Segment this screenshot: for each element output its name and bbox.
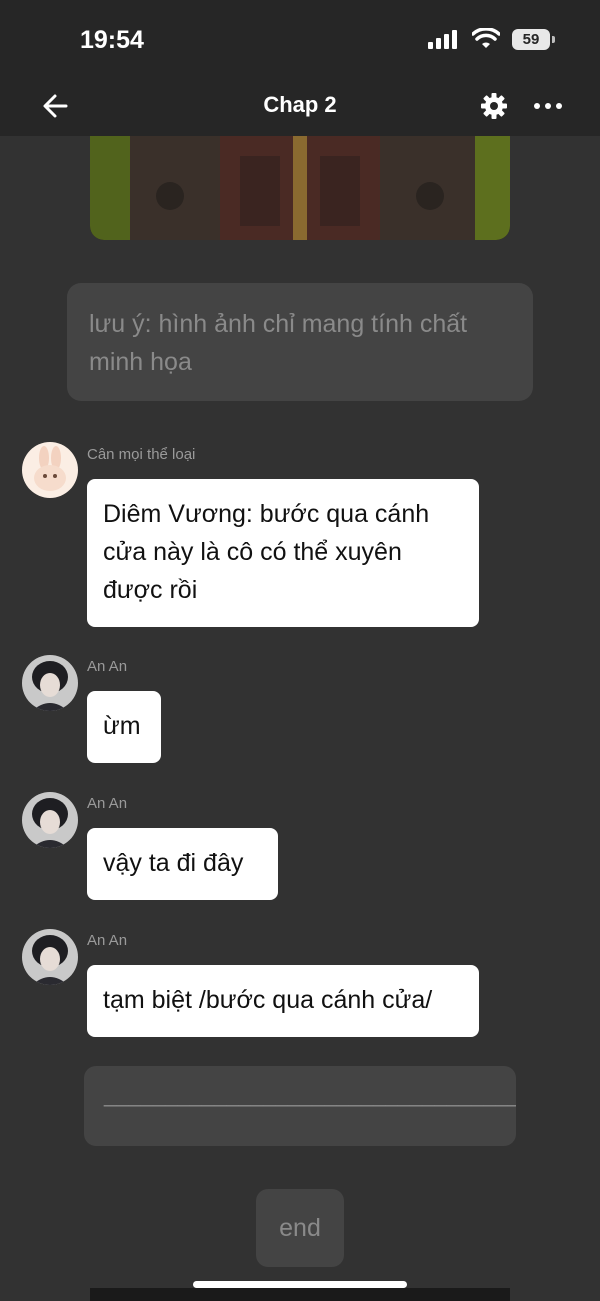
sender-name: An An bbox=[87, 932, 128, 949]
message-bubble: Diêm Vương: bước qua cánh cửa này là cô … bbox=[87, 479, 479, 627]
home-indicator bbox=[193, 1281, 407, 1288]
chapter-image bbox=[90, 136, 510, 240]
sender-name: An An bbox=[87, 658, 128, 675]
message-bubble: vậy ta đi đây bbox=[87, 828, 278, 900]
divider-line: _______________________________________ bbox=[84, 1066, 516, 1146]
avatar[interactable] bbox=[22, 792, 78, 848]
gear-icon[interactable] bbox=[480, 92, 508, 120]
avatar[interactable] bbox=[22, 929, 78, 985]
illustration-note: lưu ý: hình ảnh chỉ mang tính chất minh … bbox=[67, 283, 533, 401]
signal-icon bbox=[428, 30, 457, 49]
avatar[interactable] bbox=[22, 655, 78, 711]
battery-icon: 59 bbox=[512, 28, 555, 50]
status-icons: 59 bbox=[428, 28, 555, 50]
message-bubble: tạm biệt /bước qua cánh cửa/ bbox=[87, 965, 479, 1037]
gate-illustration bbox=[90, 136, 510, 240]
message-bubble: ừm bbox=[87, 691, 161, 763]
avatar[interactable] bbox=[22, 442, 78, 498]
person-avatar-icon bbox=[22, 929, 78, 985]
end-label: end bbox=[256, 1189, 344, 1267]
sender-name: An An bbox=[87, 795, 128, 812]
more-horizontal-icon[interactable] bbox=[532, 96, 564, 116]
person-avatar-icon bbox=[22, 655, 78, 711]
sender-name: Cân mọi thể loại bbox=[87, 446, 196, 463]
page-title: Chap 2 bbox=[263, 92, 337, 117]
status-time: 19:54 bbox=[80, 26, 144, 54]
bunny-avatar-icon bbox=[22, 442, 78, 498]
top-bar: 19:54 59 Chap 2 bbox=[0, 0, 600, 136]
person-avatar-icon bbox=[22, 792, 78, 848]
next-image-edge bbox=[90, 1288, 510, 1301]
wifi-icon bbox=[472, 28, 500, 48]
